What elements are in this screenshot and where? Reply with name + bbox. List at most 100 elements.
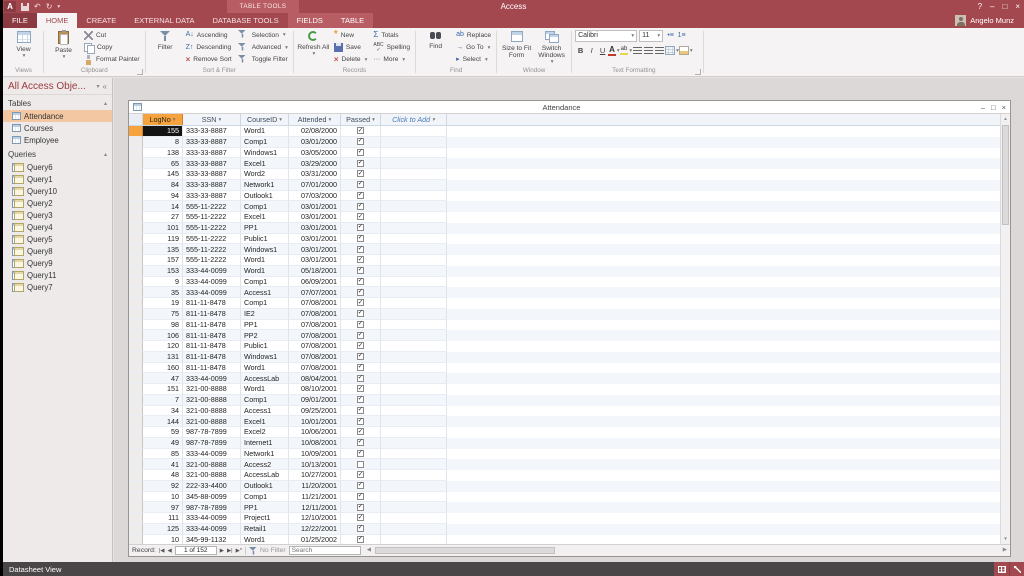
cell-courseid[interactable]: PP1 bbox=[241, 502, 289, 513]
cell-passed[interactable] bbox=[341, 266, 381, 277]
table-row[interactable]: 160811-11-8478Word107/08/2001 bbox=[129, 363, 1000, 374]
align-right-button[interactable] bbox=[654, 45, 665, 57]
cell-logno[interactable]: 145 bbox=[143, 169, 183, 180]
cell-passed[interactable] bbox=[341, 201, 381, 212]
cell-logno[interactable]: 9 bbox=[143, 277, 183, 288]
cell-logno[interactable]: 144 bbox=[143, 416, 183, 427]
cell-logno[interactable]: 14 bbox=[143, 201, 183, 212]
cell-ssn[interactable]: 333-44-0099 bbox=[183, 277, 241, 288]
table-row[interactable]: 97987-78-7899PP112/11/2001 bbox=[129, 502, 1000, 513]
row-selector[interactable] bbox=[129, 384, 143, 395]
nav-item-attendance[interactable]: Attendance bbox=[3, 110, 112, 122]
passed-checkbox[interactable] bbox=[357, 450, 364, 457]
cell-click-to-add[interactable] bbox=[381, 330, 447, 341]
row-selector[interactable] bbox=[129, 148, 143, 159]
cell-courseid[interactable]: PP1 bbox=[241, 320, 289, 331]
cell-logno[interactable]: 106 bbox=[143, 330, 183, 341]
table-row[interactable]: 119555-11-2222Public103/01/2001 bbox=[129, 234, 1000, 245]
cell-logno[interactable]: 155 bbox=[143, 126, 183, 137]
gridlines-button[interactable] bbox=[665, 45, 679, 57]
table-row[interactable]: 48321-00-8888AccessLab10/27/2001 bbox=[129, 470, 1000, 481]
cell-passed[interactable] bbox=[341, 502, 381, 513]
cell-click-to-add[interactable] bbox=[381, 535, 447, 545]
cell-attended[interactable]: 10/06/2001 bbox=[289, 427, 341, 438]
cell-click-to-add[interactable] bbox=[381, 201, 447, 212]
cell-attended[interactable]: 03/29/2000 bbox=[289, 158, 341, 169]
cell-click-to-add[interactable] bbox=[381, 287, 447, 298]
first-record-button[interactable]: |◀ bbox=[159, 548, 165, 554]
nav-item-query8[interactable]: Query8 bbox=[3, 245, 112, 257]
doc-minimize-button[interactable]: – bbox=[981, 103, 985, 112]
cell-ssn[interactable]: 555-11-2222 bbox=[183, 255, 241, 266]
format-painter-button[interactable]: Format Painter bbox=[82, 54, 142, 66]
remove-sort-button[interactable]: ×Remove Sort bbox=[184, 54, 234, 66]
cell-passed[interactable] bbox=[341, 137, 381, 148]
row-selector[interactable] bbox=[129, 244, 143, 255]
cell-passed[interactable] bbox=[341, 449, 381, 460]
find-button[interactable]: Find bbox=[419, 29, 452, 66]
font-color-button[interactable]: A bbox=[608, 45, 620, 57]
cell-courseid[interactable]: Excel2 bbox=[241, 427, 289, 438]
row-selector[interactable] bbox=[129, 169, 143, 180]
cell-ssn[interactable]: 345-88-0099 bbox=[183, 492, 241, 503]
italic-button[interactable]: I bbox=[586, 45, 597, 57]
tab-create[interactable]: CREATE bbox=[77, 13, 125, 28]
cell-courseid[interactable]: Word1 bbox=[241, 266, 289, 277]
cell-courseid[interactable]: Windows1 bbox=[241, 148, 289, 159]
cell-logno[interactable]: 92 bbox=[143, 481, 183, 492]
redo-icon[interactable]: ↻ bbox=[46, 2, 53, 11]
cell-click-to-add[interactable] bbox=[381, 148, 447, 159]
cell-ssn[interactable]: 321-00-8888 bbox=[183, 384, 241, 395]
cell-click-to-add[interactable] bbox=[381, 459, 447, 470]
row-selector[interactable] bbox=[129, 266, 143, 277]
cell-click-to-add[interactable] bbox=[381, 341, 447, 352]
underline-button[interactable]: U bbox=[597, 45, 608, 57]
passed-checkbox[interactable] bbox=[357, 299, 364, 306]
cell-courseid[interactable]: Excel1 bbox=[241, 416, 289, 427]
table-row[interactable]: 59987-78-7899Excel210/06/2001 bbox=[129, 427, 1000, 438]
cell-attended[interactable]: 01/25/2002 bbox=[289, 535, 341, 545]
close-button[interactable]: × bbox=[1015, 2, 1020, 11]
more-button[interactable]: ···More bbox=[371, 54, 412, 66]
cell-click-to-add[interactable] bbox=[381, 298, 447, 309]
row-selector[interactable] bbox=[129, 330, 143, 341]
cell-click-to-add[interactable] bbox=[381, 449, 447, 460]
cell-courseid[interactable]: IE2 bbox=[241, 309, 289, 320]
restore-button[interactable]: □ bbox=[1002, 2, 1007, 11]
cell-attended[interactable]: 03/01/2001 bbox=[289, 234, 341, 245]
cell-click-to-add[interactable] bbox=[381, 524, 447, 535]
cell-attended[interactable]: 07/08/2001 bbox=[289, 298, 341, 309]
cell-ssn[interactable]: 321-00-8888 bbox=[183, 470, 241, 481]
cell-attended[interactable]: 07/01/2000 bbox=[289, 180, 341, 191]
nav-item-query5[interactable]: Query5 bbox=[3, 233, 112, 245]
descending-button[interactable]: Z↑Descending bbox=[184, 41, 234, 53]
row-selector[interactable] bbox=[129, 449, 143, 460]
cell-passed[interactable] bbox=[341, 481, 381, 492]
cell-logno[interactable]: 65 bbox=[143, 158, 183, 169]
cell-logno[interactable]: 84 bbox=[143, 180, 183, 191]
scrollbar-thumb[interactable] bbox=[1002, 125, 1009, 225]
cell-ssn[interactable]: 555-11-2222 bbox=[183, 223, 241, 234]
column-header-click-to-add[interactable]: Click to Add bbox=[381, 114, 447, 125]
table-row[interactable]: 131811-11-8478Windows107/08/2001 bbox=[129, 352, 1000, 363]
scroll-up-icon[interactable]: ▲ bbox=[1001, 114, 1010, 124]
horizontal-scrollbar[interactable]: ◀ ▶ bbox=[367, 546, 1007, 555]
cell-logno[interactable]: 85 bbox=[143, 449, 183, 460]
current-record-box[interactable]: 1 of 152 bbox=[175, 546, 217, 555]
cell-courseid[interactable]: Word1 bbox=[241, 363, 289, 374]
cell-logno[interactable]: 101 bbox=[143, 223, 183, 234]
cell-passed[interactable] bbox=[341, 212, 381, 223]
cell-ssn[interactable]: 321-00-8888 bbox=[183, 406, 241, 417]
search-input[interactable] bbox=[289, 546, 361, 555]
nav-item-employee[interactable]: Employee bbox=[3, 134, 112, 146]
cell-ssn[interactable]: 811-11-8478 bbox=[183, 341, 241, 352]
passed-checkbox[interactable] bbox=[357, 375, 364, 382]
align-left-button[interactable] bbox=[632, 45, 643, 57]
cell-passed[interactable] bbox=[341, 384, 381, 395]
passed-checkbox[interactable] bbox=[357, 310, 364, 317]
delete-record-button[interactable]: ×Delete bbox=[332, 54, 370, 66]
cell-ssn[interactable]: 811-11-8478 bbox=[183, 352, 241, 363]
passed-checkbox[interactable] bbox=[357, 364, 364, 371]
cell-ssn[interactable]: 333-33-8887 bbox=[183, 148, 241, 159]
cell-attended[interactable]: 07/08/2001 bbox=[289, 330, 341, 341]
